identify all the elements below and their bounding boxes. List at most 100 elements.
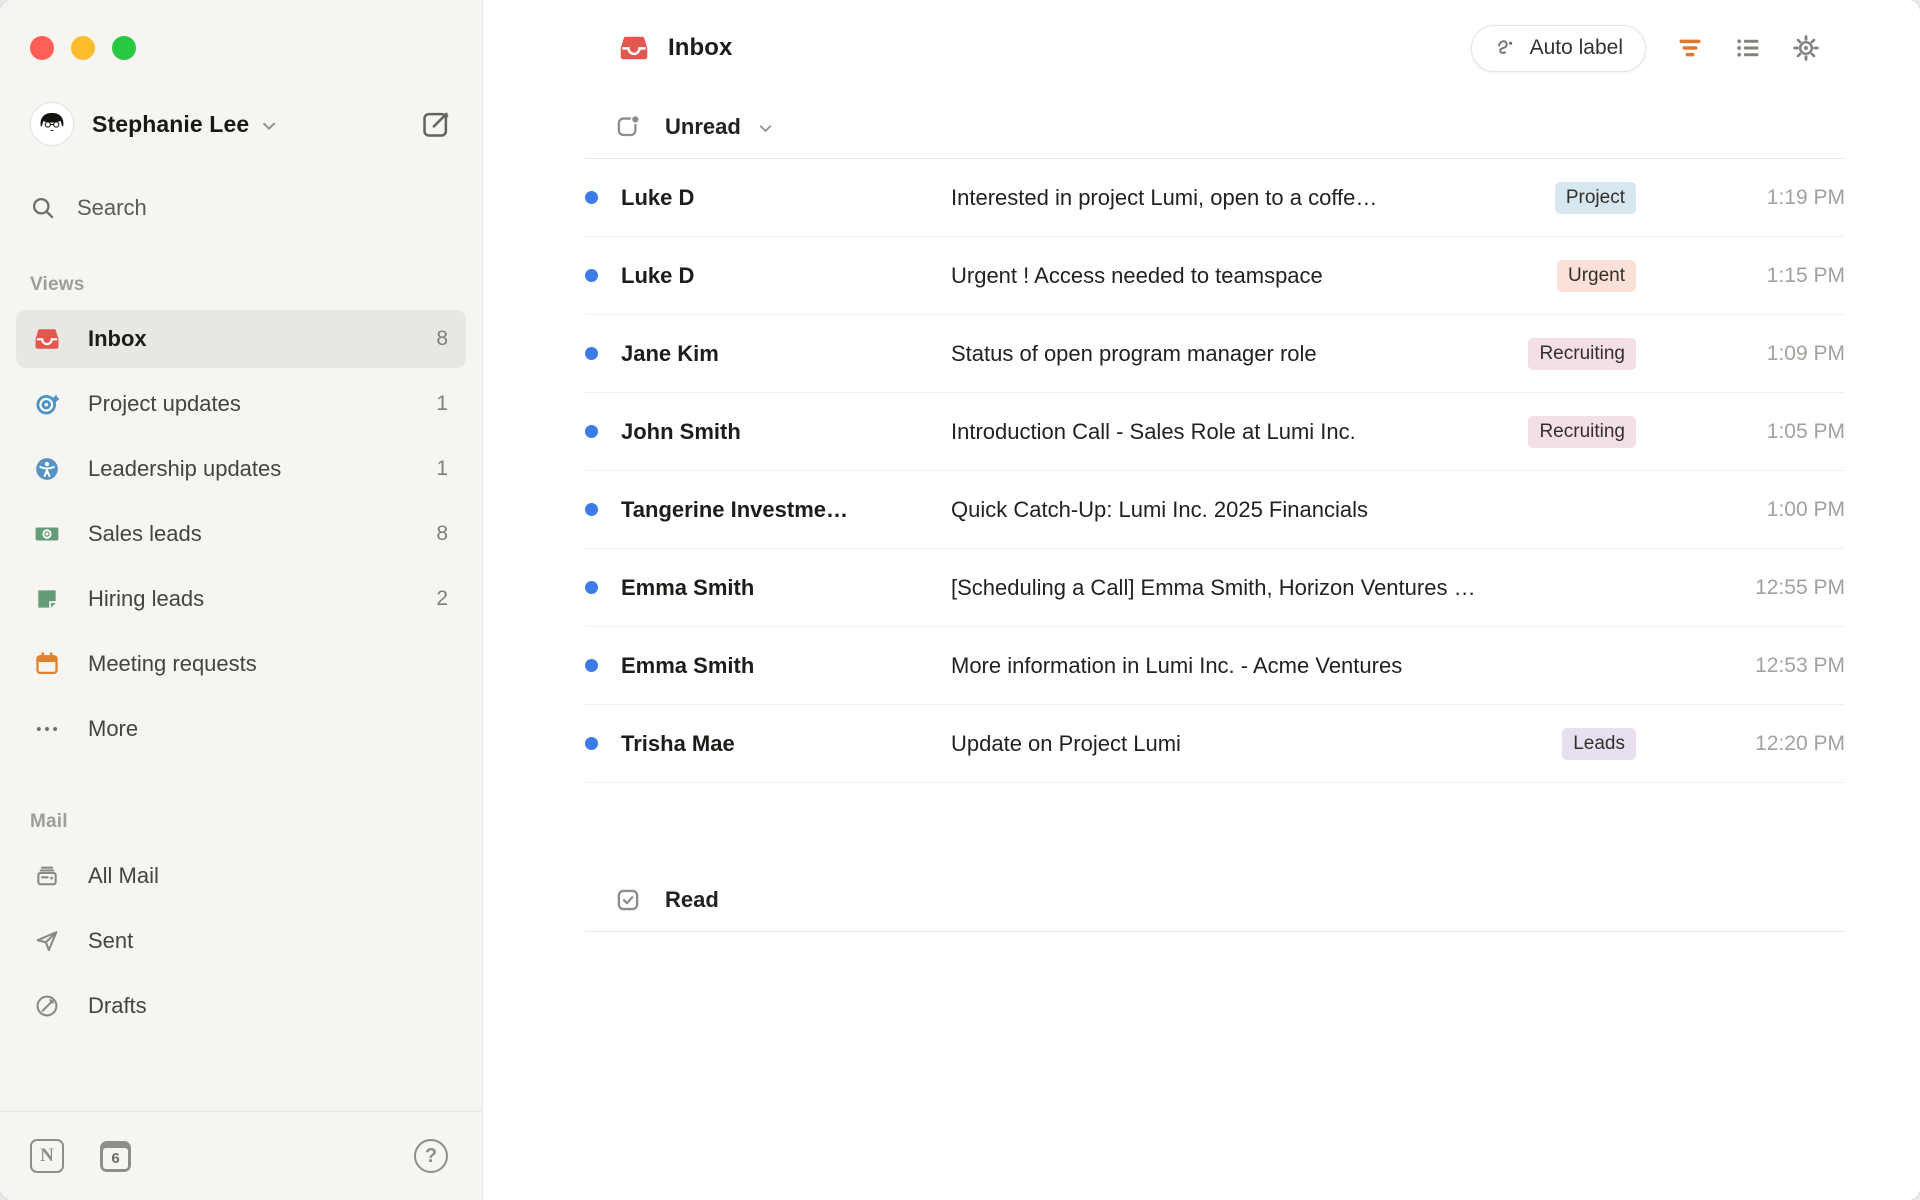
- email-sender: Trisha Mae: [621, 730, 735, 756]
- app-window: Stephanie Lee Search Views Inbox 8 Proje…: [0, 0, 1920, 1200]
- email-row[interactable]: Tangerine Investme… Quick Catch-Up: Lumi…: [585, 471, 1845, 549]
- filter-button[interactable]: [1676, 34, 1704, 62]
- search-button[interactable]: Search: [0, 188, 482, 228]
- close-window-button[interactable]: [30, 36, 54, 60]
- chevron-down-icon: [756, 119, 775, 138]
- minimize-window-button[interactable]: [71, 36, 95, 60]
- email-subject: Quick Catch-Up: Lumi Inc. 2025 Financial…: [951, 496, 1368, 522]
- sidebar-item-leadership-updates[interactable]: Leadership updates 1: [16, 440, 466, 498]
- sidebar-item-hiring-leads[interactable]: Hiring leads 2: [16, 570, 466, 628]
- email-list: Luke D Interested in project Lumi, open …: [585, 159, 1845, 783]
- email-subject: More information in Lumi Inc. - Acme Ven…: [951, 652, 1403, 678]
- email-time: 1:05 PM: [1766, 419, 1845, 443]
- email-row[interactable]: Emma Smith [Scheduling a Call] Emma Smit…: [585, 549, 1845, 627]
- sidebar-item-drafts[interactable]: Drafts: [16, 977, 466, 1035]
- user-name: Stephanie Lee: [92, 110, 250, 137]
- item-count: 2: [436, 587, 448, 610]
- unread-dot: [585, 737, 598, 750]
- unread-section-header[interactable]: Unread: [585, 96, 1845, 159]
- notion-app-button[interactable]: N: [30, 1139, 64, 1173]
- calendar-app-button[interactable]: 6: [100, 1140, 131, 1172]
- email-subject: Update on Project Lumi: [951, 730, 1181, 756]
- email-time: 1:09 PM: [1766, 341, 1845, 365]
- sidebar-item-sales-leads[interactable]: Sales leads 8: [16, 505, 466, 563]
- list-view-button[interactable]: [1734, 34, 1762, 62]
- page-title: Inbox: [668, 34, 733, 61]
- email-sender: Luke D: [621, 184, 695, 210]
- notion-logo-icon: N: [30, 1139, 64, 1173]
- sidebar-item-inbox[interactable]: Inbox 8: [16, 310, 466, 368]
- unread-dot: [585, 425, 598, 438]
- gear-icon: [1792, 34, 1820, 62]
- email-row[interactable]: Luke D Urgent ! Access needed to teamspa…: [585, 237, 1845, 315]
- email-label-badge: Leads: [1562, 727, 1636, 760]
- compose-button[interactable]: [420, 108, 452, 140]
- calendar-app-icon: 6: [100, 1140, 131, 1172]
- email-sender: Jane Kim: [621, 340, 719, 366]
- email-row[interactable]: Jane Kim Status of open program manager …: [585, 315, 1845, 393]
- email-sender: Tangerine Investme…: [621, 496, 848, 522]
- item-count: 1: [436, 392, 448, 415]
- view-title: Inbox: [619, 33, 733, 63]
- email-subject: Introduction Call - Sales Role at Lumi I…: [951, 418, 1356, 444]
- item-count: 8: [436, 327, 448, 350]
- email-time: 12:20 PM: [1755, 731, 1845, 755]
- sidebar-item-sent[interactable]: Sent: [16, 912, 466, 970]
- inbox-icon: [34, 326, 60, 352]
- email-label-badge: Project: [1554, 181, 1636, 214]
- auto-label-button[interactable]: Auto label: [1470, 24, 1646, 72]
- account-switcher[interactable]: Stephanie Lee: [0, 60, 482, 146]
- person-icon: [34, 456, 60, 482]
- email-sender: Emma Smith: [621, 652, 755, 678]
- avatar: [30, 102, 74, 146]
- item-count: 8: [436, 522, 448, 545]
- sidebar-sections: Views Inbox 8 Project updates 1 Leadersh…: [0, 228, 482, 1042]
- email-row[interactable]: Luke D Interested in project Lumi, open …: [585, 159, 1845, 237]
- email-time: 12:53 PM: [1755, 653, 1845, 677]
- email-sender: Luke D: [621, 262, 695, 288]
- email-sender: John Smith: [621, 418, 741, 444]
- item-count: 1: [436, 457, 448, 480]
- sidebar-item-all-mail[interactable]: All Mail: [16, 847, 466, 905]
- email-label-badge: Urgent: [1556, 259, 1636, 292]
- header-actions: Auto label: [1470, 24, 1820, 72]
- email-subject: Urgent ! Access needed to teamspace: [951, 262, 1323, 288]
- unread-label: Unread: [665, 114, 741, 139]
- sidebar-footer: N 6 ?: [0, 1111, 482, 1200]
- email-row[interactable]: Trisha Mae Update on Project Lumi Leads …: [585, 705, 1845, 783]
- zoom-window-button[interactable]: [112, 36, 136, 60]
- section-label-views: Views: [30, 274, 85, 295]
- email-row[interactable]: Emma Smith More information in Lumi Inc.…: [585, 627, 1845, 705]
- help-button[interactable]: ?: [414, 1139, 448, 1173]
- email-subject: Interested in project Lumi, open to a co…: [951, 184, 1378, 210]
- sidebar: Stephanie Lee Search Views Inbox 8 Proje…: [0, 0, 483, 1200]
- unread-dot: [585, 269, 598, 282]
- ellipsis-icon: [34, 716, 60, 742]
- unread-dot: [585, 581, 598, 594]
- email-time: 1:00 PM: [1766, 497, 1845, 521]
- unread-dot: [585, 191, 598, 204]
- note-icon: [34, 586, 60, 612]
- sidebar-item-meeting-requests[interactable]: Meeting requests: [16, 635, 466, 693]
- read-section-header[interactable]: Read: [585, 869, 1845, 932]
- settings-button[interactable]: [1792, 34, 1820, 62]
- list-icon: [1734, 34, 1762, 62]
- sidebar-item-more[interactable]: More: [16, 700, 466, 758]
- read-checkbox-icon: [615, 887, 641, 913]
- window-controls: [0, 0, 482, 60]
- auto-label-text: Auto label: [1529, 36, 1623, 59]
- email-time: 1:19 PM: [1766, 185, 1845, 209]
- search-icon: [30, 195, 56, 221]
- chevron-down-icon: [259, 116, 279, 136]
- send-icon: [34, 928, 60, 954]
- filter-icon: [1676, 34, 1704, 62]
- email-row[interactable]: John Smith Introduction Call - Sales Rol…: [585, 393, 1845, 471]
- target-icon: [34, 391, 60, 417]
- sidebar-item-project-updates[interactable]: Project updates 1: [16, 375, 466, 433]
- unread-status-icon: [615, 114, 641, 140]
- inbox-icon: [619, 33, 649, 63]
- main-header: Inbox Auto label: [483, 0, 1920, 96]
- mail-list-area: Unread Luke D Interested in project Lumi…: [483, 96, 1920, 932]
- email-time: 1:15 PM: [1766, 263, 1845, 287]
- cash-icon: [34, 521, 60, 547]
